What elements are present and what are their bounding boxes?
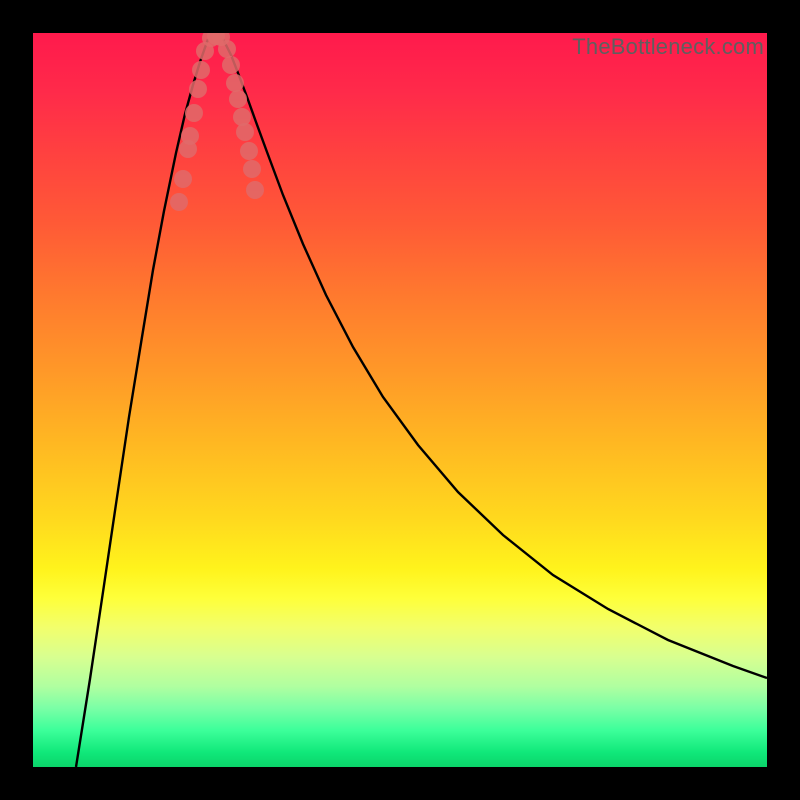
- data-point-marker: [192, 61, 210, 79]
- data-point-marker: [218, 40, 236, 58]
- data-point-marker: [189, 80, 207, 98]
- data-point-marker: [174, 170, 192, 188]
- watermark-text: TheBottleneck.com: [572, 34, 764, 60]
- data-point-marker: [170, 193, 188, 211]
- data-point-marker: [233, 108, 251, 126]
- data-point-marker: [246, 181, 264, 199]
- data-point-marker: [240, 142, 258, 160]
- data-point-marker: [185, 104, 203, 122]
- data-point-marker: [226, 74, 244, 92]
- plot-area: [33, 33, 767, 767]
- curve-layer: [33, 33, 767, 767]
- chart-frame: TheBottleneck.com: [0, 0, 800, 800]
- data-point-marker: [229, 90, 247, 108]
- data-point-marker: [236, 123, 254, 141]
- data-point-marker: [222, 56, 240, 74]
- data-point-marker: [243, 160, 261, 178]
- curve-right-branch: [223, 39, 767, 678]
- data-point-marker: [181, 127, 199, 145]
